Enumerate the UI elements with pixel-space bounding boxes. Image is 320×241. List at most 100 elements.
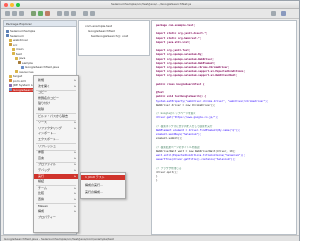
context-menu-item[interactable]: 宣言 ▸	[34, 156, 78, 161]
java-editor[interactable]: package com.example.test; import static o…	[151, 20, 297, 235]
context-menu-item[interactable]: ビルド・パスから除去	[34, 114, 78, 119]
context-menu-item[interactable]: 検証	[34, 179, 78, 184]
back-icon[interactable]	[83, 11, 88, 16]
context-menu-item[interactable]: インポート...	[34, 131, 78, 136]
tree-item-label: resources	[19, 69, 34, 74]
context-menu-item-label: 実行	[38, 173, 45, 178]
quick-access-icon[interactable]	[271, 11, 276, 16]
context-menu-item[interactable]: 参照 ▸	[34, 150, 78, 155]
context-menu-item-label: 置換	[38, 197, 45, 201]
context-menu-item[interactable]: 貼り付け	[34, 101, 78, 106]
tree-item-label: test	[16, 51, 22, 56]
context-menu-item[interactable]: コピー	[34, 90, 78, 95]
context-menu-item[interactable]: 置換 ▸	[34, 197, 78, 202]
java-file-icon	[9, 88, 12, 91]
save-icon[interactable]	[12, 11, 17, 16]
tree-item[interactable]: webdriver	[9, 38, 74, 42]
context-menu-item[interactable]: Maven ▸	[34, 204, 78, 209]
tree-item-label: GoogleSearchTest.java	[25, 65, 60, 69]
tree-item[interactable]: Selenium	[6, 34, 74, 38]
context-menu-item-label: インポート...	[38, 131, 56, 136]
context-menu-item[interactable]: 次を開く ▸	[34, 84, 78, 89]
code-line: }	[156, 179, 158, 183]
chevron-right-icon: ▸	[74, 168, 76, 172]
context-menu-item-label: プロファイル	[38, 162, 57, 167]
tree-item[interactable]: SeleniumSample	[6, 29, 74, 33]
project-icon	[6, 29, 9, 33]
context-menu-item[interactable]: 比較 ▸	[34, 191, 78, 196]
context-menu-item[interactable]: 修飾名のコピー	[34, 96, 78, 101]
title-bar: SeleniumSample/src/test/java/…/GoogleSea…	[1, 1, 299, 9]
context-menu-item-label: 検証	[38, 179, 45, 184]
tree-item-label: target	[13, 74, 23, 78]
tree-item[interactable]: resources	[15, 70, 74, 74]
tree-item-label: sample	[22, 60, 33, 65]
context-menu-item-label: ビルド・パスから除去	[38, 113, 69, 118]
context-menu-item[interactable]: プロパティー	[34, 215, 78, 220]
context-menu-item[interactable]: ソース ▸	[34, 120, 78, 125]
context-menu-item[interactable]: エクスポート...	[34, 137, 78, 142]
submenu-item[interactable]: 実行の構成...	[81, 190, 125, 195]
context-menu-item[interactable]: チーム ▸	[34, 186, 78, 191]
context-menu-item-label: エクスポート...	[38, 137, 59, 141]
context-menu-item-label: 貼り付け	[38, 101, 51, 106]
external-tools-icon[interactable]	[45, 11, 50, 16]
context-menu-item-label: Maven	[38, 203, 48, 208]
context-menu-item[interactable]: 構成 ▸	[34, 209, 78, 214]
package-icon	[18, 61, 21, 64]
context-menu-item-label: 構成	[38, 209, 45, 214]
package-explorer-tab[interactable]: Package Explorer	[4, 21, 76, 27]
zoom-window-button[interactable]	[16, 3, 20, 7]
new-class-icon[interactable]	[57, 11, 62, 16]
chevron-right-icon: ▸	[74, 203, 76, 208]
submenu-item[interactable]: 1 JUnit テスト	[81, 175, 125, 180]
status-bar: GoogleSearchTest.java - SeleniumSample/s…	[1, 235, 299, 241]
debug-icon[interactable]	[31, 11, 36, 16]
tree-item[interactable]: java	[15, 56, 74, 60]
context-menu-item[interactable]: プロファイル ▸	[34, 162, 78, 167]
java-file-icon	[21, 65, 24, 69]
context-menu-item-label: 参照	[38, 150, 45, 155]
java-perspective-icon[interactable]	[281, 11, 286, 16]
tree-item[interactable]: test	[12, 52, 74, 56]
search-icon[interactable]	[71, 11, 76, 16]
context-menu-item-label: 新規	[38, 78, 45, 82]
minimize-window-button[interactable]	[10, 3, 14, 7]
source-folder-icon	[9, 43, 12, 46]
run-icon[interactable]	[38, 11, 43, 16]
context-menu-item[interactable]: 削除	[34, 107, 78, 112]
context-menu-item[interactable]: リフレッシュ	[34, 144, 78, 149]
tree-item-label: main	[16, 47, 24, 51]
tree-item[interactable]: sample	[18, 61, 74, 65]
folder-icon	[9, 38, 12, 42]
tree-item[interactable]: src	[9, 43, 74, 47]
open-type-icon[interactable]	[64, 11, 69, 16]
print-icon[interactable]	[19, 11, 24, 16]
outline-item[interactable]: com.example.test	[85, 24, 147, 28]
new-icon[interactable]	[5, 11, 10, 16]
tree-item-label: SeleniumSample	[10, 29, 36, 33]
tree-item-label: src	[13, 42, 18, 47]
library-icon	[9, 83, 12, 87]
context-menu-item-label: 次を開く	[38, 83, 51, 88]
submenu-item[interactable]: 構成の実行...	[81, 183, 125, 188]
tree-item-label: java	[19, 56, 26, 60]
chevron-right-icon: ▸	[74, 155, 76, 160]
context-menu-item[interactable]: 新規 ▸	[34, 78, 78, 83]
context-menu-item-label: チーム	[38, 185, 47, 190]
project-icon	[6, 34, 9, 37]
context-menu-item[interactable]: デバッグ ▸	[34, 168, 78, 173]
context-menu-item-label: デバッグ	[38, 168, 51, 172]
context-menu-item-label: 宣言	[38, 155, 45, 160]
forward-icon[interactable]	[90, 11, 95, 16]
close-window-button[interactable]	[4, 3, 8, 7]
chevron-right-icon: ▸	[74, 120, 76, 125]
tree-item[interactable]: main	[12, 47, 74, 51]
chevron-right-icon: ▸	[74, 191, 76, 196]
outline-item[interactable]: GoogleSearchTest	[88, 29, 147, 33]
context-menu-item[interactable]: リファクタリング ▸	[34, 126, 78, 131]
outline-item[interactable]: testGoogleSearch(): void	[91, 34, 147, 38]
folder-icon	[12, 47, 15, 51]
tree-item[interactable]: GoogleSearchTest.java	[21, 65, 74, 69]
context-menu-item[interactable]: 実行 ▸	[34, 173, 78, 179]
